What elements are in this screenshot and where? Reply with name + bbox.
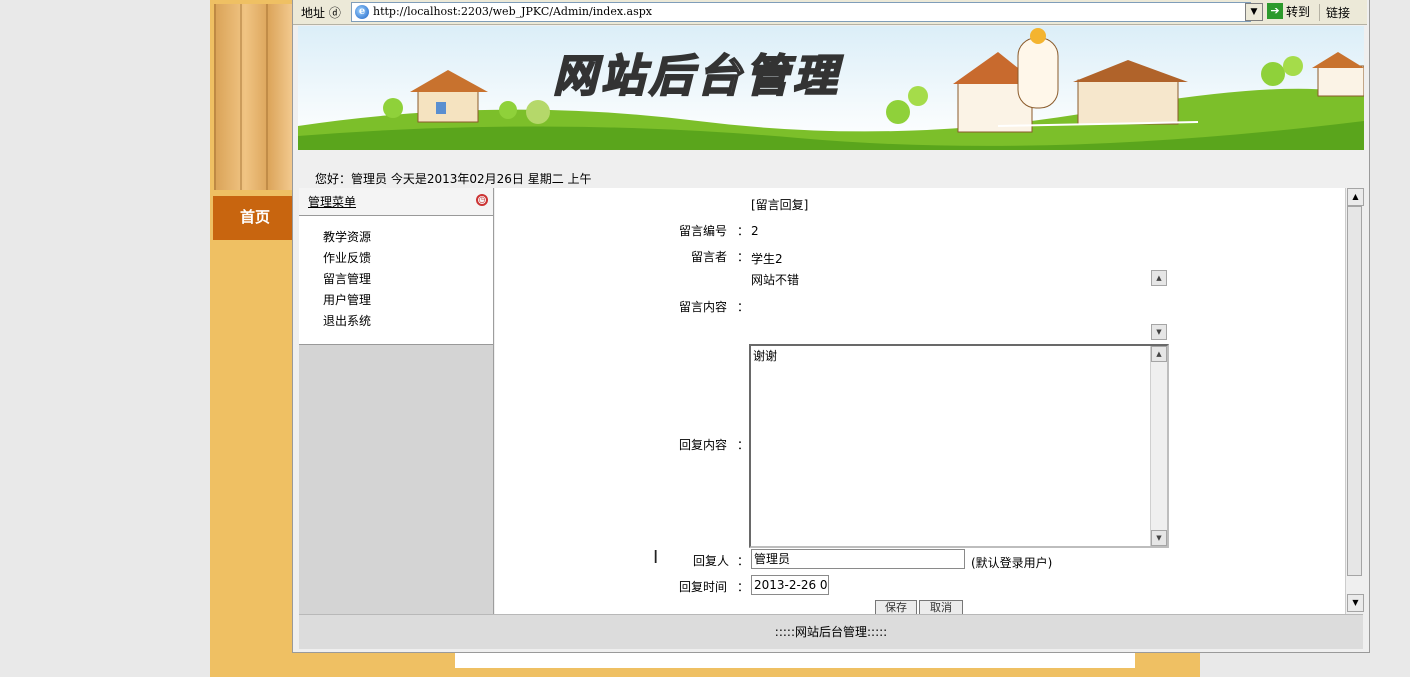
home-tab[interactable]: 首页 <box>213 196 297 240</box>
message-content-label: 留言内容 <box>679 300 728 314</box>
message-content-scrollbar[interactable]: ▲ ▼ <box>1151 270 1167 340</box>
colon: ： <box>737 438 750 452</box>
menu-title[interactable]: 管理菜单 <box>308 193 356 210</box>
address-label: 地址 ⓓ <box>301 6 341 20</box>
scroll-up-icon[interactable]: ▲ <box>1151 346 1167 362</box>
wood-texture-decoration <box>214 4 292 190</box>
scroll-down-icon[interactable]: ▼ <box>1347 594 1364 612</box>
address-bar: 地址 ⓓ e http://localhost:2203/web_JPKC/Adm… <box>293 0 1367 25</box>
menu-item-message-management[interactable]: 留言管理 <box>323 270 371 287</box>
menu-list: 教学资源 作业反馈 留言管理 用户管理 退出系统 <box>299 216 493 345</box>
scroll-thumb[interactable] <box>1347 206 1362 576</box>
reply-content-label: 回复内容 <box>679 438 728 452</box>
message-content-text: 网站不错 <box>751 273 800 287</box>
go-arrow-icon: ➔ <box>1267 3 1283 19</box>
message-id-label: 留言编号 <box>679 224 728 238</box>
reply-content-textarea[interactable]: 谢谢 ▲ ▼ <box>749 344 1169 548</box>
content-scrollbar[interactable]: ▲ ▼ <box>1345 188 1364 614</box>
colon: ： <box>737 224 750 238</box>
address-input[interactable]: e http://localhost:2203/web_JPKC/Admin/in… <box>351 2 1251 22</box>
form-heading: [留言回复] <box>751 198 809 212</box>
colon: ： <box>737 554 750 568</box>
reply-time-input[interactable]: 2013-2-26 0: <box>751 575 829 595</box>
replier-label: 回复人 <box>693 554 730 568</box>
site-banner: 网站后台管理 <box>298 26 1364 150</box>
author-label: 留言者 <box>691 250 728 264</box>
url-text: http://localhost:2203/web_JPKC/Admin/ind… <box>373 5 652 18</box>
menu-item-teaching-resources[interactable]: 教学资源 <box>323 228 371 245</box>
reply-content-scrollbar[interactable]: ▲ ▼ <box>1150 346 1167 546</box>
ie-page-icon: e <box>355 5 369 19</box>
sidebar-menu: 管理菜单 ◷ 教学资源 作业反馈 留言管理 用户管理 退出系统 <box>299 188 494 614</box>
cancel-button[interactable]: 取消 <box>919 600 963 615</box>
address-dropdown-button[interactable]: ▼ <box>1245 3 1263 21</box>
banner-title: 网站后台管理 <box>552 50 841 103</box>
scroll-down-icon[interactable]: ▼ <box>1151 530 1167 546</box>
author-value: 学生2 <box>751 252 783 266</box>
greeting-text: 您好：管理员 今天是2013年02月26日 星期二 上午 <box>315 172 592 186</box>
scroll-up-icon[interactable]: ▲ <box>1347 188 1364 206</box>
replier-input[interactable]: 管理员 <box>751 549 965 569</box>
scroll-down-icon[interactable]: ▼ <box>1151 324 1167 340</box>
menu-item-logout[interactable]: 退出系统 <box>323 312 371 329</box>
popup-window: 地址 ⓓ e http://localhost:2203/web_JPKC/Adm… <box>292 0 1370 653</box>
scroll-up-icon[interactable]: ▲ <box>1151 270 1167 286</box>
go-label: 转到 <box>1286 5 1311 19</box>
menu-item-homework-feedback[interactable]: 作业反馈 <box>323 249 371 266</box>
replier-hint: (默认登录用户) <box>971 556 1053 570</box>
menu-header: 管理菜单 ◷ <box>299 188 493 216</box>
go-button[interactable]: ➔ 转到 <box>1267 3 1310 20</box>
footer-bar: :::::网站后台管理::::: <box>299 614 1363 649</box>
message-id-value: 2 <box>751 224 759 238</box>
reply-form-area: [留言回复] 留言编号 ： 2 留言者 ： 学生2 网站不错 ▲ ▼ 留言内容 … <box>495 188 1363 615</box>
colon: ： <box>737 580 750 594</box>
message-content-textarea[interactable]: 网站不错 ▲ ▼ <box>749 270 1167 340</box>
colon: ： <box>737 300 750 314</box>
collapse-icon[interactable]: ◷ <box>476 194 488 206</box>
reply-time-label: 回复时间 <box>679 580 728 594</box>
text-cursor-icon: I <box>653 547 659 568</box>
colon: ： <box>737 250 750 264</box>
reply-content-text: 谢谢 <box>753 349 778 363</box>
save-button[interactable]: 保存 <box>875 600 917 615</box>
menu-item-user-management[interactable]: 用户管理 <box>323 291 371 308</box>
links-button[interactable]: 链接 <box>1319 4 1350 21</box>
